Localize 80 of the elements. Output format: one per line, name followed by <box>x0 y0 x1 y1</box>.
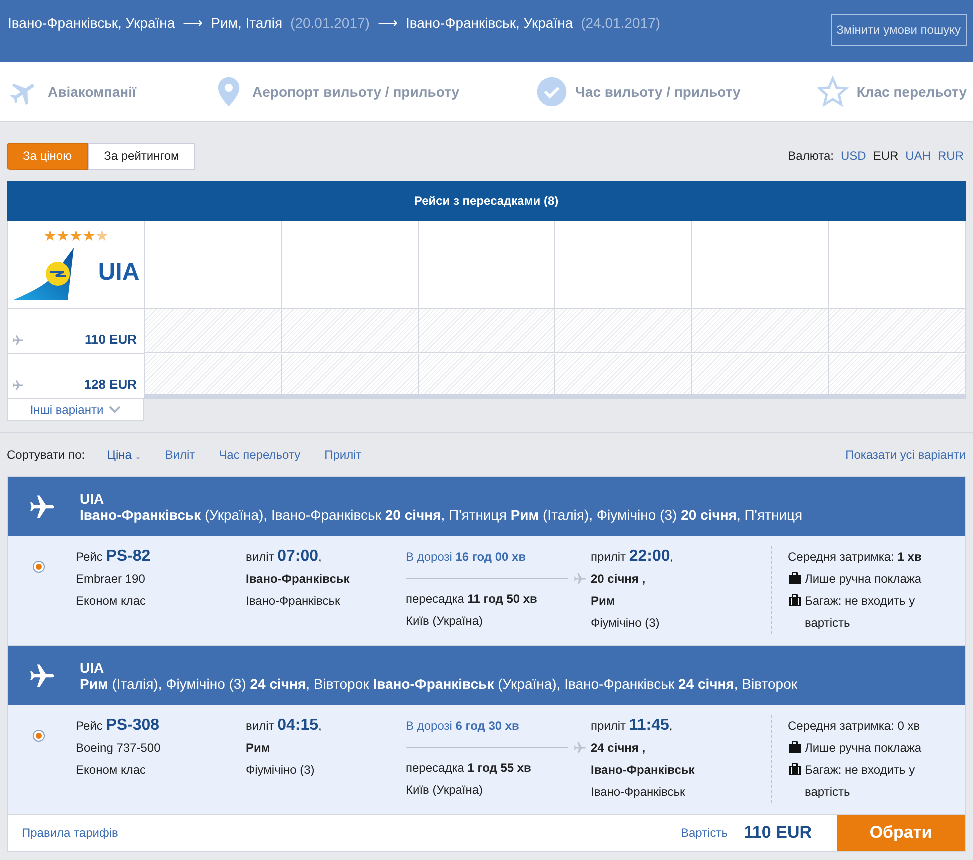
radio-button[interactable] <box>33 561 45 573</box>
currency-option[interactable]: RUR <box>938 149 964 163</box>
arrival-city: Івано-Франківськ <box>591 762 696 779</box>
sort-option[interactable]: Час перельоту <box>219 448 301 462</box>
filter-tab[interactable]: Авіакомпанії <box>48 84 136 100</box>
arrival-airport: Фіумічіно (3) <box>591 615 661 632</box>
filter-tab[interactable]: Час вильоту / прильоту <box>576 84 741 100</box>
bag-icon <box>788 571 802 585</box>
chevron-down-icon <box>108 406 121 414</box>
baggage: Багаж: не входить у вартість <box>805 593 916 632</box>
more-options-link[interactable]: Інші варіанти <box>7 399 144 421</box>
plane-icon <box>12 334 25 347</box>
travel-time: В дорозі 16 год 00 хв <box>406 549 528 566</box>
rating-stars: ★★★★★ <box>44 229 108 244</box>
sort-option[interactable]: Ціна ↓ <box>107 448 142 462</box>
flight-number: Рейс PS-82 <box>76 547 152 567</box>
aircraft: Boeing 737-500 <box>76 740 162 757</box>
transfer-city: Київ (Україна) <box>406 782 484 799</box>
hand-luggage: Лише ручна поклажа <box>805 571 922 588</box>
route-summary: Івано-Франківськ (Україна), Івано-Франківськ 20 січня, П'ятниця Рим (Італія), Фіумічіно (3) 20 січня, П'ятниця <box>80 506 803 522</box>
change-search-button[interactable]: Змінити умови пошуку <box>830 14 967 46</box>
sort-toggle[interactable]: За рейтингом <box>88 142 196 170</box>
cabin-class: Економ клас <box>76 762 148 779</box>
route-city: Івано-Франківськ, Україна <box>8 15 176 31</box>
route-city: Івано-Франківськ, Україна <box>406 15 574 31</box>
check-circle-icon <box>536 76 568 108</box>
arrival-city: Рим <box>591 593 616 610</box>
transfer-time: пересадка 1 год 55 хв <box>406 760 532 777</box>
transfer-city: Київ (Україна) <box>406 613 484 630</box>
suitcase-icon <box>788 762 802 776</box>
price-label: Вартість <box>680 826 728 840</box>
departure-time: виліт 07:00, <box>246 547 323 567</box>
route-arrow: ⟶ <box>378 15 398 31</box>
sort-option[interactable]: Приліт <box>324 448 362 462</box>
sort-toggle[interactable]: За ціною <box>7 142 88 170</box>
suitcase-icon <box>788 593 802 607</box>
route-arrow: ⟶ <box>183 15 204 31</box>
flight-number: Рейс PS-308 <box>76 716 161 736</box>
departure-city: Рим <box>246 740 272 757</box>
arrival-airport: Івано-Франківськ <box>591 784 686 801</box>
average-delay: Середня затримка: 0 хв <box>788 718 922 735</box>
arrival-date: 20 січня , <box>591 571 647 588</box>
total-price: 110 EUR <box>744 823 812 843</box>
fare-rules-link[interactable]: Правила тарифів <box>22 826 118 840</box>
currency-option[interactable]: USD <box>840 149 866 163</box>
route-summary: Рим (Італія), Фіумічіно (3) 24 січня, Вівторок Івано-Франківськ (Україна), Івано-Франківськ 24 січня, Вівторок <box>80 676 798 692</box>
filter-tab[interactable]: Клас перельоту <box>856 84 967 100</box>
departure-time: виліт 04:15, <box>246 716 323 736</box>
travel-time: В дорозі 6 год 30 хв <box>406 718 520 735</box>
plane-icon <box>12 379 25 392</box>
arrival-time: приліт 11:45, <box>591 716 674 736</box>
arrival-date: 24 січня , <box>591 740 647 757</box>
currency-label: Валюта: <box>788 149 834 163</box>
bag-icon <box>788 740 802 754</box>
airline-logo-text: UIA <box>98 259 140 287</box>
aircraft: Embraer 190 <box>76 571 146 588</box>
airline-name: UIA <box>80 490 106 506</box>
cabin-class: Економ клас <box>76 593 148 610</box>
filter-tab[interactable]: Аеропорт вильоту / прильоту <box>252 84 460 100</box>
currency-option[interactable]: EUR <box>873 149 899 163</box>
baggage: Багаж: не входить у вартість <box>805 762 916 801</box>
departure-airport: Фіумічіно (3) <box>246 762 316 779</box>
departure-airport: Івано-Франківськ <box>246 593 342 610</box>
hand-luggage: Лише ручна поклажа <box>805 740 922 757</box>
matrix-title: Рейси з пересадками (8) <box>414 194 559 208</box>
transfer-time: пересадка 11 год 50 хв <box>406 591 538 608</box>
currency-option[interactable]: UAH <box>906 149 931 163</box>
airline-name: UIA <box>80 660 106 676</box>
sort-label: Сортувати по: <box>7 448 86 462</box>
travel-date: (20.01.2017) <box>290 15 370 31</box>
radio-button[interactable] <box>33 730 45 742</box>
star-icon <box>816 76 849 108</box>
route-city: Рим, Італія <box>211 15 283 31</box>
average-delay: Середня затримка: 1 хв <box>788 549 923 566</box>
departure-city: Івано-Франківськ <box>246 571 351 588</box>
select-button[interactable]: Обрати <box>837 815 965 851</box>
show-all-link[interactable]: Показати усі варіанти <box>846 448 966 462</box>
sort-option[interactable]: Виліт <box>165 448 196 462</box>
travel-date: (24.01.2017) <box>581 15 661 31</box>
arrival-time: приліт 22:00, <box>591 547 675 567</box>
